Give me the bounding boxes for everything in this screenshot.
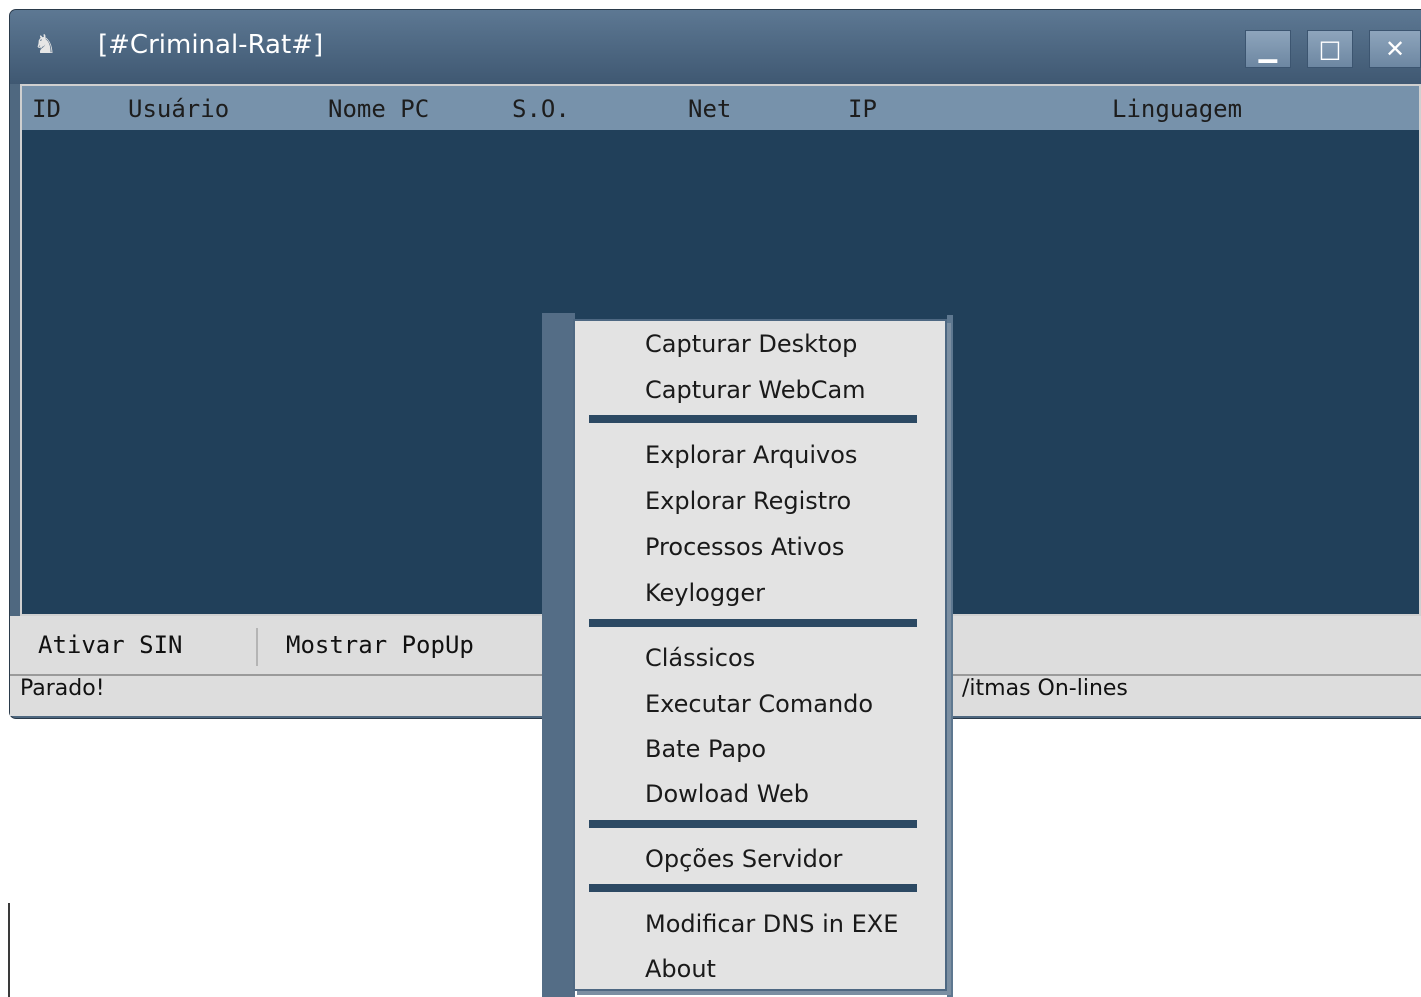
column-header-id[interactable]: ID	[32, 94, 61, 124]
menu-item-bate-papo[interactable]: Bate Papo	[645, 734, 766, 764]
context-menu-edge	[947, 315, 953, 997]
menu-separator	[589, 820, 917, 828]
menu-item-classicos[interactable]: Clássicos	[645, 643, 755, 673]
menu-separator	[589, 415, 917, 423]
minimize-button[interactable]: ▁	[1245, 30, 1291, 68]
window-title: [#Criminal-Rat#]	[98, 30, 324, 60]
ativar-sin-button[interactable]: Ativar SIN	[38, 630, 183, 660]
close-button[interactable]: ✕	[1369, 30, 1421, 68]
title-bar[interactable]: ♞ [#Criminal-Rat#] ▁ □ ✕	[10, 10, 1421, 84]
menu-item-about[interactable]: About	[645, 954, 716, 984]
menu-separator	[589, 884, 917, 892]
online-victims-label: /itmas On-lines	[962, 676, 1128, 701]
menu-item-modificar-dns[interactable]: Modificar DNS in EXE	[645, 909, 898, 939]
background-edge	[8, 903, 10, 997]
toolbar-divider	[256, 628, 258, 666]
column-header-ip[interactable]: IP	[848, 94, 877, 124]
menu-item-dowload-web[interactable]: Dowload Web	[645, 779, 809, 809]
context-menu-shadow	[542, 313, 575, 997]
context-menu: Capturar Desktop Capturar WebCam Explora…	[573, 319, 947, 991]
column-header-net[interactable]: Net	[688, 94, 731, 124]
status-text: Parado!	[20, 676, 105, 701]
maximize-icon: □	[1318, 35, 1342, 63]
menu-item-explorar-arquivos[interactable]: Explorar Arquivos	[645, 440, 857, 470]
menu-item-keylogger[interactable]: Keylogger	[645, 578, 765, 608]
menu-item-explorar-registro[interactable]: Explorar Registro	[645, 486, 851, 516]
menu-item-capturar-webcam[interactable]: Capturar WebCam	[645, 375, 866, 405]
minimize-icon: ▁	[1258, 35, 1278, 63]
mostrar-popup-button[interactable]: Mostrar PopUp	[286, 630, 474, 660]
list-header: ID Usuário Nome PC S.O. Net IP Linguagem	[22, 86, 1419, 130]
column-header-nome-pc[interactable]: Nome PC	[328, 94, 429, 124]
menu-separator	[589, 619, 917, 627]
menu-item-opcoes-servidor[interactable]: Opções Servidor	[645, 844, 842, 874]
menu-item-capturar-desktop[interactable]: Capturar Desktop	[645, 329, 857, 359]
column-header-usuario[interactable]: Usuário	[128, 94, 229, 124]
menu-item-processos-ativos[interactable]: Processos Ativos	[645, 532, 844, 562]
menu-item-executar-comando[interactable]: Executar Comando	[645, 689, 873, 719]
app-icon[interactable]: ♞	[30, 28, 60, 62]
close-icon: ✕	[1384, 35, 1406, 63]
column-header-linguagem[interactable]: Linguagem	[1112, 94, 1242, 124]
column-header-so[interactable]: S.O.	[512, 94, 570, 124]
maximize-button[interactable]: □	[1307, 30, 1353, 68]
